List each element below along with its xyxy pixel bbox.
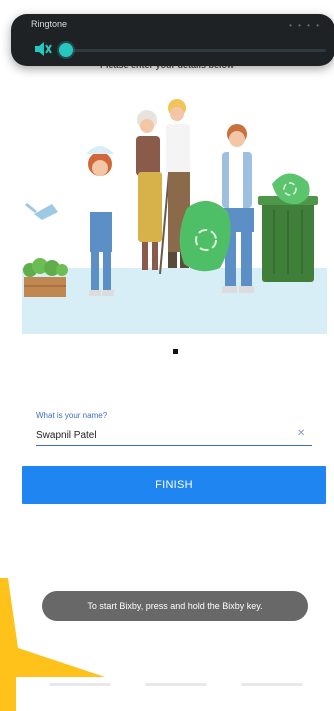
bixby-toast: To start Bixby, press and hold the Bixby…: [42, 591, 308, 621]
volume-panel: Ringtone • • • •: [11, 14, 334, 66]
page-indicator-dot: [173, 349, 178, 354]
back-key[interactable]: [241, 683, 303, 686]
planter-box: [23, 258, 68, 297]
volume-slider-track[interactable]: [66, 49, 326, 52]
recycle-bag-icon: [179, 200, 231, 272]
recycling-volunteers-illustration: [22, 99, 327, 334]
watering-can: [25, 202, 58, 220]
volunteer-man-right: [222, 124, 254, 293]
volume-stream-title: Ringtone: [31, 19, 68, 29]
volume-slider-thumb[interactable]: [59, 43, 73, 57]
finish-button[interactable]: FINISH: [22, 466, 326, 504]
app-screen: Please enter your details below: [0, 0, 334, 711]
home-key[interactable]: [145, 683, 207, 686]
navigation-bar: [16, 677, 334, 711]
name-field-label: What is your name?: [36, 411, 108, 420]
recent-apps-key[interactable]: [49, 683, 111, 686]
recycling-bin: [258, 173, 318, 282]
clear-text-icon[interactable]: ✕: [297, 428, 305, 439]
mute-icon[interactable]: [34, 41, 52, 57]
volunteer-woman: [136, 110, 171, 275]
name-input[interactable]: [36, 425, 312, 446]
more-options-icon[interactable]: • • • •: [289, 21, 321, 30]
